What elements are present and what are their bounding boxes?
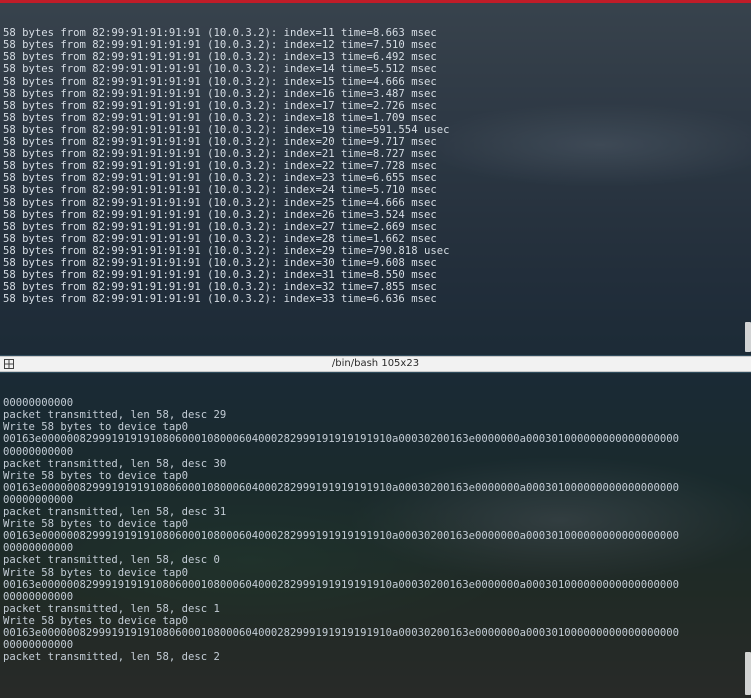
packet-log-line: 00000000000 [3,397,74,410]
packet-log-line: 00163e0000008299919191910806000108000604… [3,578,680,591]
packet-log-line: Write 58 bytes to device tap0 [3,421,188,434]
packet-log-line: packet transmitted, len 58, desc 1 [3,602,220,615]
ping-reply-line: 58 bytes from 82:99:91:91:91:91 (10.0.3.… [3,148,437,161]
bottom-terminal-pane[interactable]: 00000000000 packet transmitted, len 58, d… [0,373,751,698]
ping-reply-line: 58 bytes from 82:99:91:91:91:91 (10.0.3.… [3,196,437,209]
packet-log-line: Write 58 bytes to device tap0 [3,469,188,482]
packet-log-line: Write 58 bytes to device tap0 [3,518,188,531]
ping-reply-line: 58 bytes from 82:99:91:91:91:91 (10.0.3.… [3,256,437,269]
top-terminal-pane[interactable]: 58 bytes from 82:99:91:91:91:91 (10.0.3.… [0,3,751,355]
ping-reply-line: 58 bytes from 82:99:91:91:91:91 (10.0.3.… [3,160,437,173]
packet-log-line: 00000000000 [3,542,74,555]
packet-log-line: 00000000000 [3,493,74,506]
ping-reply-line: 58 bytes from 82:99:91:91:91:91 (10.0.3.… [3,27,437,40]
ping-reply-line: 58 bytes from 82:99:91:91:91:91 (10.0.3.… [3,99,437,112]
ping-reply-line: 58 bytes from 82:99:91:91:91:91 (10.0.3.… [3,184,437,197]
desktop-background: 58 bytes from 82:99:91:91:91:91 (10.0.3.… [0,0,751,698]
ping-reply-line: 58 bytes from 82:99:91:91:91:91 (10.0.3.… [3,87,437,100]
ping-reply-line: 58 bytes from 82:99:91:91:91:91 (10.0.3.… [3,208,437,221]
ping-reply-line: 58 bytes from 82:99:91:91:91:91 (10.0.3.… [3,111,437,124]
ping-reply-line: 58 bytes from 82:99:91:91:91:91 (10.0.3.… [3,172,437,185]
ping-reply-line: 58 bytes from 82:99:91:91:91:91 (10.0.3.… [3,136,437,149]
ping-reply-line: 58 bytes from 82:99:91:91:91:91 (10.0.3.… [3,232,437,245]
packet-log-line: packet transmitted, len 58, desc 0 [3,554,220,567]
packet-log-line: 00000000000 [3,445,74,458]
ping-reply-line: 58 bytes from 82:99:91:91:91:91 (10.0.3.… [3,39,437,52]
packet-log-line: packet transmitted, len 58, desc 31 [3,506,227,519]
packet-log-line: 00000000000 [3,639,74,652]
packet-log-line: Write 58 bytes to device tap0 [3,614,188,627]
bottom-terminal-titlebar[interactable]: /bin/bash 105x23 [0,356,751,372]
packet-log-line: packet transmitted, len 58, desc 2 [3,651,220,664]
bottom-terminal-output: 00000000000 packet transmitted, len 58, d… [0,397,751,663]
ping-reply-line: 58 bytes from 82:99:91:91:91:91 (10.0.3.… [3,75,437,88]
ping-reply-line: 58 bytes from 82:99:91:91:91:91 (10.0.3.… [3,281,437,294]
packet-log-line: 00163e0000008299919191910806000108000604… [3,481,680,494]
bottom-terminal-scrollbar[interactable] [745,652,751,695]
ping-reply-line: 58 bytes from 82:99:91:91:91:91 (10.0.3.… [3,220,437,233]
packet-log-line: packet transmitted, len 58, desc 29 [3,409,227,422]
packet-log-line: 00163e0000008299919191910806000108000604… [3,433,680,446]
ping-reply-line: 58 bytes from 82:99:91:91:91:91 (10.0.3.… [3,244,450,257]
packet-log-line: packet transmitted, len 58, desc 30 [3,457,227,470]
ping-reply-line: 58 bytes from 82:99:91:91:91:91 (10.0.3.… [3,123,450,136]
ping-reply-line: 58 bytes from 82:99:91:91:91:91 (10.0.3.… [3,293,437,306]
top-terminal-scrollbar[interactable] [745,322,751,352]
ping-reply-line: 58 bytes from 82:99:91:91:91:91 (10.0.3.… [3,269,437,282]
packet-log-line: Write 58 bytes to device tap0 [3,566,188,579]
packet-log-line: 00163e0000008299919191910806000108000604… [3,626,680,639]
top-terminal-output: 58 bytes from 82:99:91:91:91:91 (10.0.3.… [0,27,751,305]
packet-log-line: 00000000000 [3,590,74,603]
packet-log-line: 00163e0000008299919191910806000108000604… [3,530,680,543]
bottom-terminal-title: /bin/bash 105x23 [331,358,420,369]
ping-reply-line: 58 bytes from 82:99:91:91:91:91 (10.0.3.… [3,51,437,64]
ping-reply-line: 58 bytes from 82:99:91:91:91:91 (10.0.3.… [3,63,437,76]
